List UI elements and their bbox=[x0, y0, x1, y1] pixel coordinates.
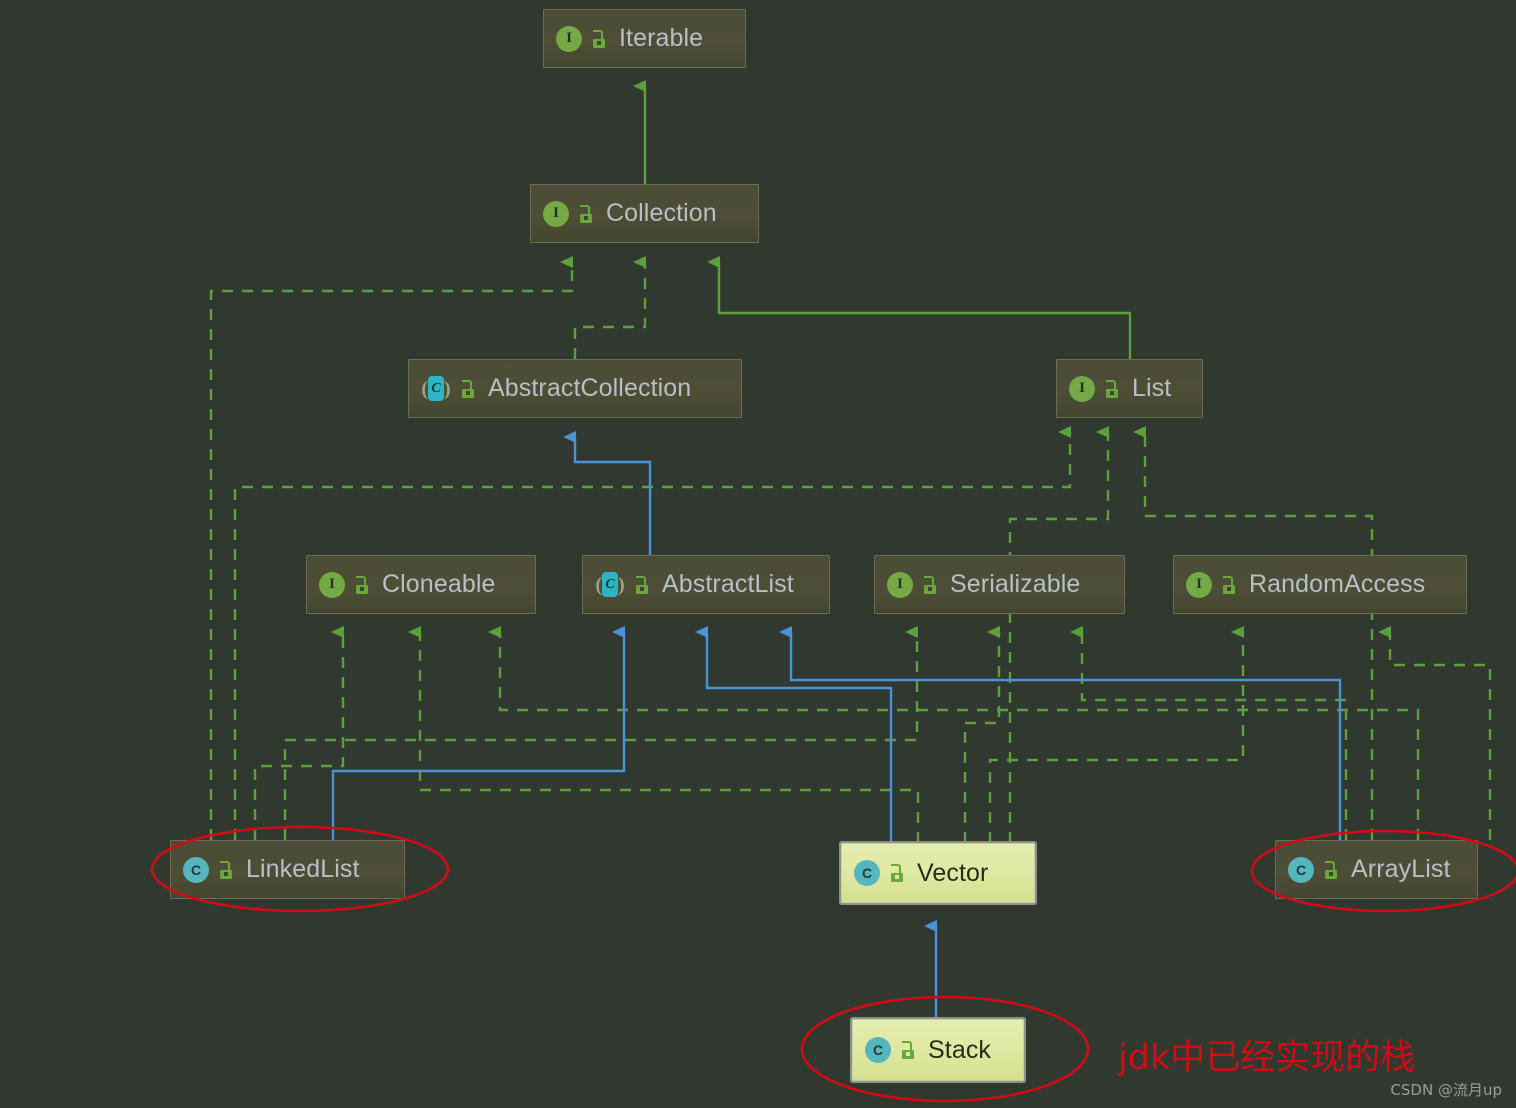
watermark: CSDN @流月up bbox=[1390, 1081, 1502, 1099]
node-label: Serializable bbox=[950, 570, 1081, 598]
edges-implements bbox=[209, 256, 1492, 843]
edge-linkedlist-serializable bbox=[283, 626, 919, 840]
node-vector[interactable]: C Vector bbox=[841, 843, 1035, 903]
public-lock-icon bbox=[578, 204, 596, 223]
edge-linkedlist-collection bbox=[209, 256, 574, 840]
node-collection[interactable]: I Collection bbox=[530, 184, 759, 243]
edge-list-collection bbox=[707, 256, 1132, 359]
node-label: RandomAccess bbox=[1249, 570, 1426, 598]
public-lock-icon bbox=[460, 379, 478, 398]
node-abstractcollection[interactable]: (C) AbstractCollection bbox=[408, 359, 742, 418]
interface-icon: I bbox=[1186, 571, 1212, 598]
abstract-class-icon: (C) bbox=[421, 376, 451, 401]
node-label: AbstractCollection bbox=[488, 374, 692, 402]
uml-class-diagram: I Iterable I Collection (C) AbstractColl… bbox=[0, 0, 1516, 1108]
node-label: Collection bbox=[606, 199, 717, 227]
node-label: ArrayList bbox=[1351, 855, 1451, 883]
edge-arraylist-list bbox=[1133, 426, 1374, 840]
public-lock-icon bbox=[1221, 575, 1239, 594]
node-iterable[interactable]: I Iterable bbox=[543, 9, 746, 68]
edges-extends-class bbox=[331, 431, 1342, 1019]
node-label: Vector bbox=[917, 858, 989, 887]
public-lock-icon bbox=[889, 864, 907, 882]
node-cloneable[interactable]: I Cloneable bbox=[306, 555, 536, 614]
public-lock-icon bbox=[1323, 860, 1341, 879]
class-icon: C bbox=[865, 1037, 891, 1063]
edge-arraylist-serializable bbox=[1070, 626, 1348, 840]
node-label: List bbox=[1132, 374, 1172, 402]
node-label: AbstractList bbox=[662, 570, 794, 598]
public-lock-icon bbox=[218, 860, 236, 879]
class-icon: C bbox=[183, 856, 209, 883]
node-label: Stack bbox=[928, 1035, 992, 1064]
edge-abstractlist-abstractcollection bbox=[563, 431, 652, 555]
public-lock-icon bbox=[354, 575, 372, 594]
node-serializable[interactable]: I Serializable bbox=[874, 555, 1125, 614]
edge-vector-serializable bbox=[963, 626, 1001, 843]
edge-vector-list bbox=[1008, 426, 1110, 843]
annotation-stack-note: jdk中已经实现的栈 bbox=[1118, 1038, 1416, 1078]
edge-abstractcollection-collection bbox=[573, 256, 647, 359]
edge-arraylist-abstractlist bbox=[779, 626, 1342, 840]
public-lock-icon bbox=[1104, 379, 1122, 398]
edge-arraylist-randomaccess bbox=[1378, 626, 1492, 840]
edge-vector-randomaccess bbox=[988, 626, 1245, 843]
class-icon: C bbox=[1288, 856, 1314, 883]
interface-icon: I bbox=[319, 571, 345, 598]
abstract-class-icon: (C) bbox=[595, 572, 625, 597]
edge-linkedlist-cloneable bbox=[253, 626, 345, 840]
interface-icon: I bbox=[543, 200, 569, 227]
class-icon: C bbox=[854, 860, 880, 886]
node-label: Cloneable bbox=[382, 570, 496, 598]
edge-vector-cloneable bbox=[408, 626, 920, 843]
node-linkedlist[interactable]: C LinkedList bbox=[170, 840, 405, 899]
interface-icon: I bbox=[556, 25, 582, 52]
node-stack[interactable]: C Stack bbox=[852, 1019, 1024, 1081]
edge-linkedlist-list bbox=[233, 426, 1072, 840]
public-lock-icon bbox=[591, 29, 609, 48]
node-arraylist[interactable]: C ArrayList bbox=[1275, 840, 1478, 899]
edge-arraylist-cloneable bbox=[488, 626, 1420, 840]
interface-icon: I bbox=[1069, 375, 1095, 402]
edge-vector-abstractlist bbox=[695, 626, 893, 843]
node-label: LinkedList bbox=[246, 855, 360, 883]
public-lock-icon bbox=[900, 1041, 918, 1059]
edge-linkedlist-abstractlist bbox=[331, 626, 626, 840]
public-lock-icon bbox=[634, 575, 652, 594]
node-list[interactable]: I List bbox=[1056, 359, 1203, 418]
node-label: Iterable bbox=[619, 24, 704, 52]
public-lock-icon bbox=[922, 575, 940, 594]
interface-icon: I bbox=[887, 571, 913, 598]
edge-layer bbox=[209, 80, 1492, 1019]
node-abstractlist[interactable]: (C) AbstractList bbox=[582, 555, 830, 614]
node-randomaccess[interactable]: I RandomAccess bbox=[1173, 555, 1467, 614]
